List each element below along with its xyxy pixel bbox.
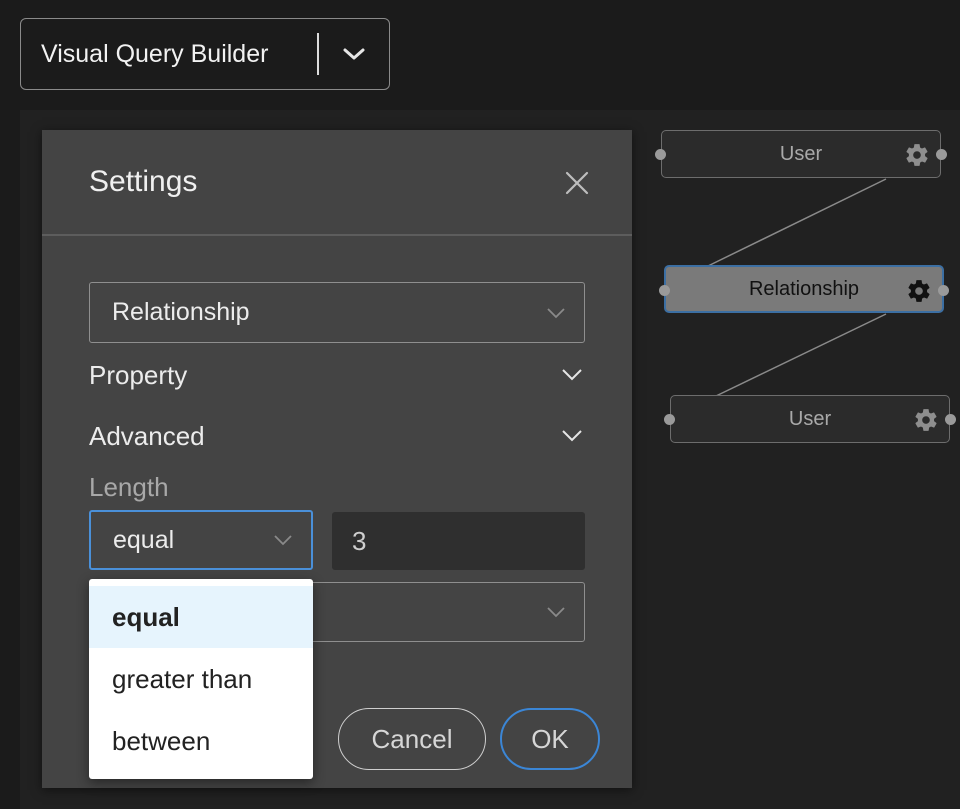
graph-node-user-1[interactable]: User bbox=[655, 130, 947, 178]
gear-icon[interactable] bbox=[913, 407, 939, 433]
section-label: Property bbox=[89, 359, 188, 390]
menu-option-greater-than[interactable]: greater than bbox=[89, 648, 313, 710]
menu-option-equal[interactable]: equal bbox=[89, 586, 313, 648]
node-label: User bbox=[788, 407, 832, 430]
node-label: Relationship bbox=[748, 277, 860, 300]
section-property[interactable]: Property bbox=[89, 355, 583, 395]
chevron-down-icon bbox=[528, 307, 584, 319]
query-mode-select[interactable]: Visual Query Builder bbox=[20, 18, 390, 90]
dialog-title: Settings bbox=[89, 165, 198, 198]
output-port[interactable] bbox=[936, 149, 947, 160]
gear-icon[interactable] bbox=[906, 278, 932, 304]
ok-button[interactable]: OK bbox=[500, 708, 600, 770]
input-port[interactable] bbox=[664, 414, 675, 425]
cancel-button[interactable]: Cancel bbox=[338, 708, 486, 770]
length-label: Length bbox=[89, 472, 169, 502]
output-port[interactable] bbox=[938, 285, 949, 296]
input-port[interactable] bbox=[655, 149, 666, 160]
length-operator-menu: equal greater than between bbox=[89, 579, 313, 779]
chevron-down-icon[interactable] bbox=[319, 47, 389, 61]
graph-node-user-2[interactable]: User bbox=[664, 395, 956, 443]
menu-option-between[interactable]: between bbox=[89, 710, 313, 772]
gear-icon[interactable] bbox=[904, 142, 930, 168]
close-icon[interactable] bbox=[562, 168, 592, 198]
dialog-divider bbox=[42, 234, 632, 236]
chevron-down-icon bbox=[528, 606, 584, 618]
chevron-down-icon bbox=[562, 430, 582, 442]
type-select-value: Relationship bbox=[112, 298, 250, 326]
query-mode-label: Visual Query Builder bbox=[41, 39, 269, 68]
input-port[interactable] bbox=[659, 285, 670, 296]
length-value-input[interactable]: 3 bbox=[332, 512, 585, 570]
type-select[interactable]: Relationship bbox=[89, 282, 585, 343]
node-label: User bbox=[779, 142, 823, 165]
link-relationship-user bbox=[715, 313, 887, 397]
section-label: Advanced bbox=[89, 420, 205, 451]
length-operator-select[interactable]: equal bbox=[89, 510, 313, 570]
output-port[interactable] bbox=[945, 414, 956, 425]
length-operator-value: equal bbox=[113, 525, 175, 554]
chevron-down-icon bbox=[255, 534, 311, 546]
section-advanced[interactable]: Advanced bbox=[89, 416, 583, 456]
chevron-down-icon bbox=[562, 369, 582, 381]
graph-node-relationship[interactable]: Relationship bbox=[659, 265, 949, 313]
link-user-relationship bbox=[707, 178, 887, 267]
